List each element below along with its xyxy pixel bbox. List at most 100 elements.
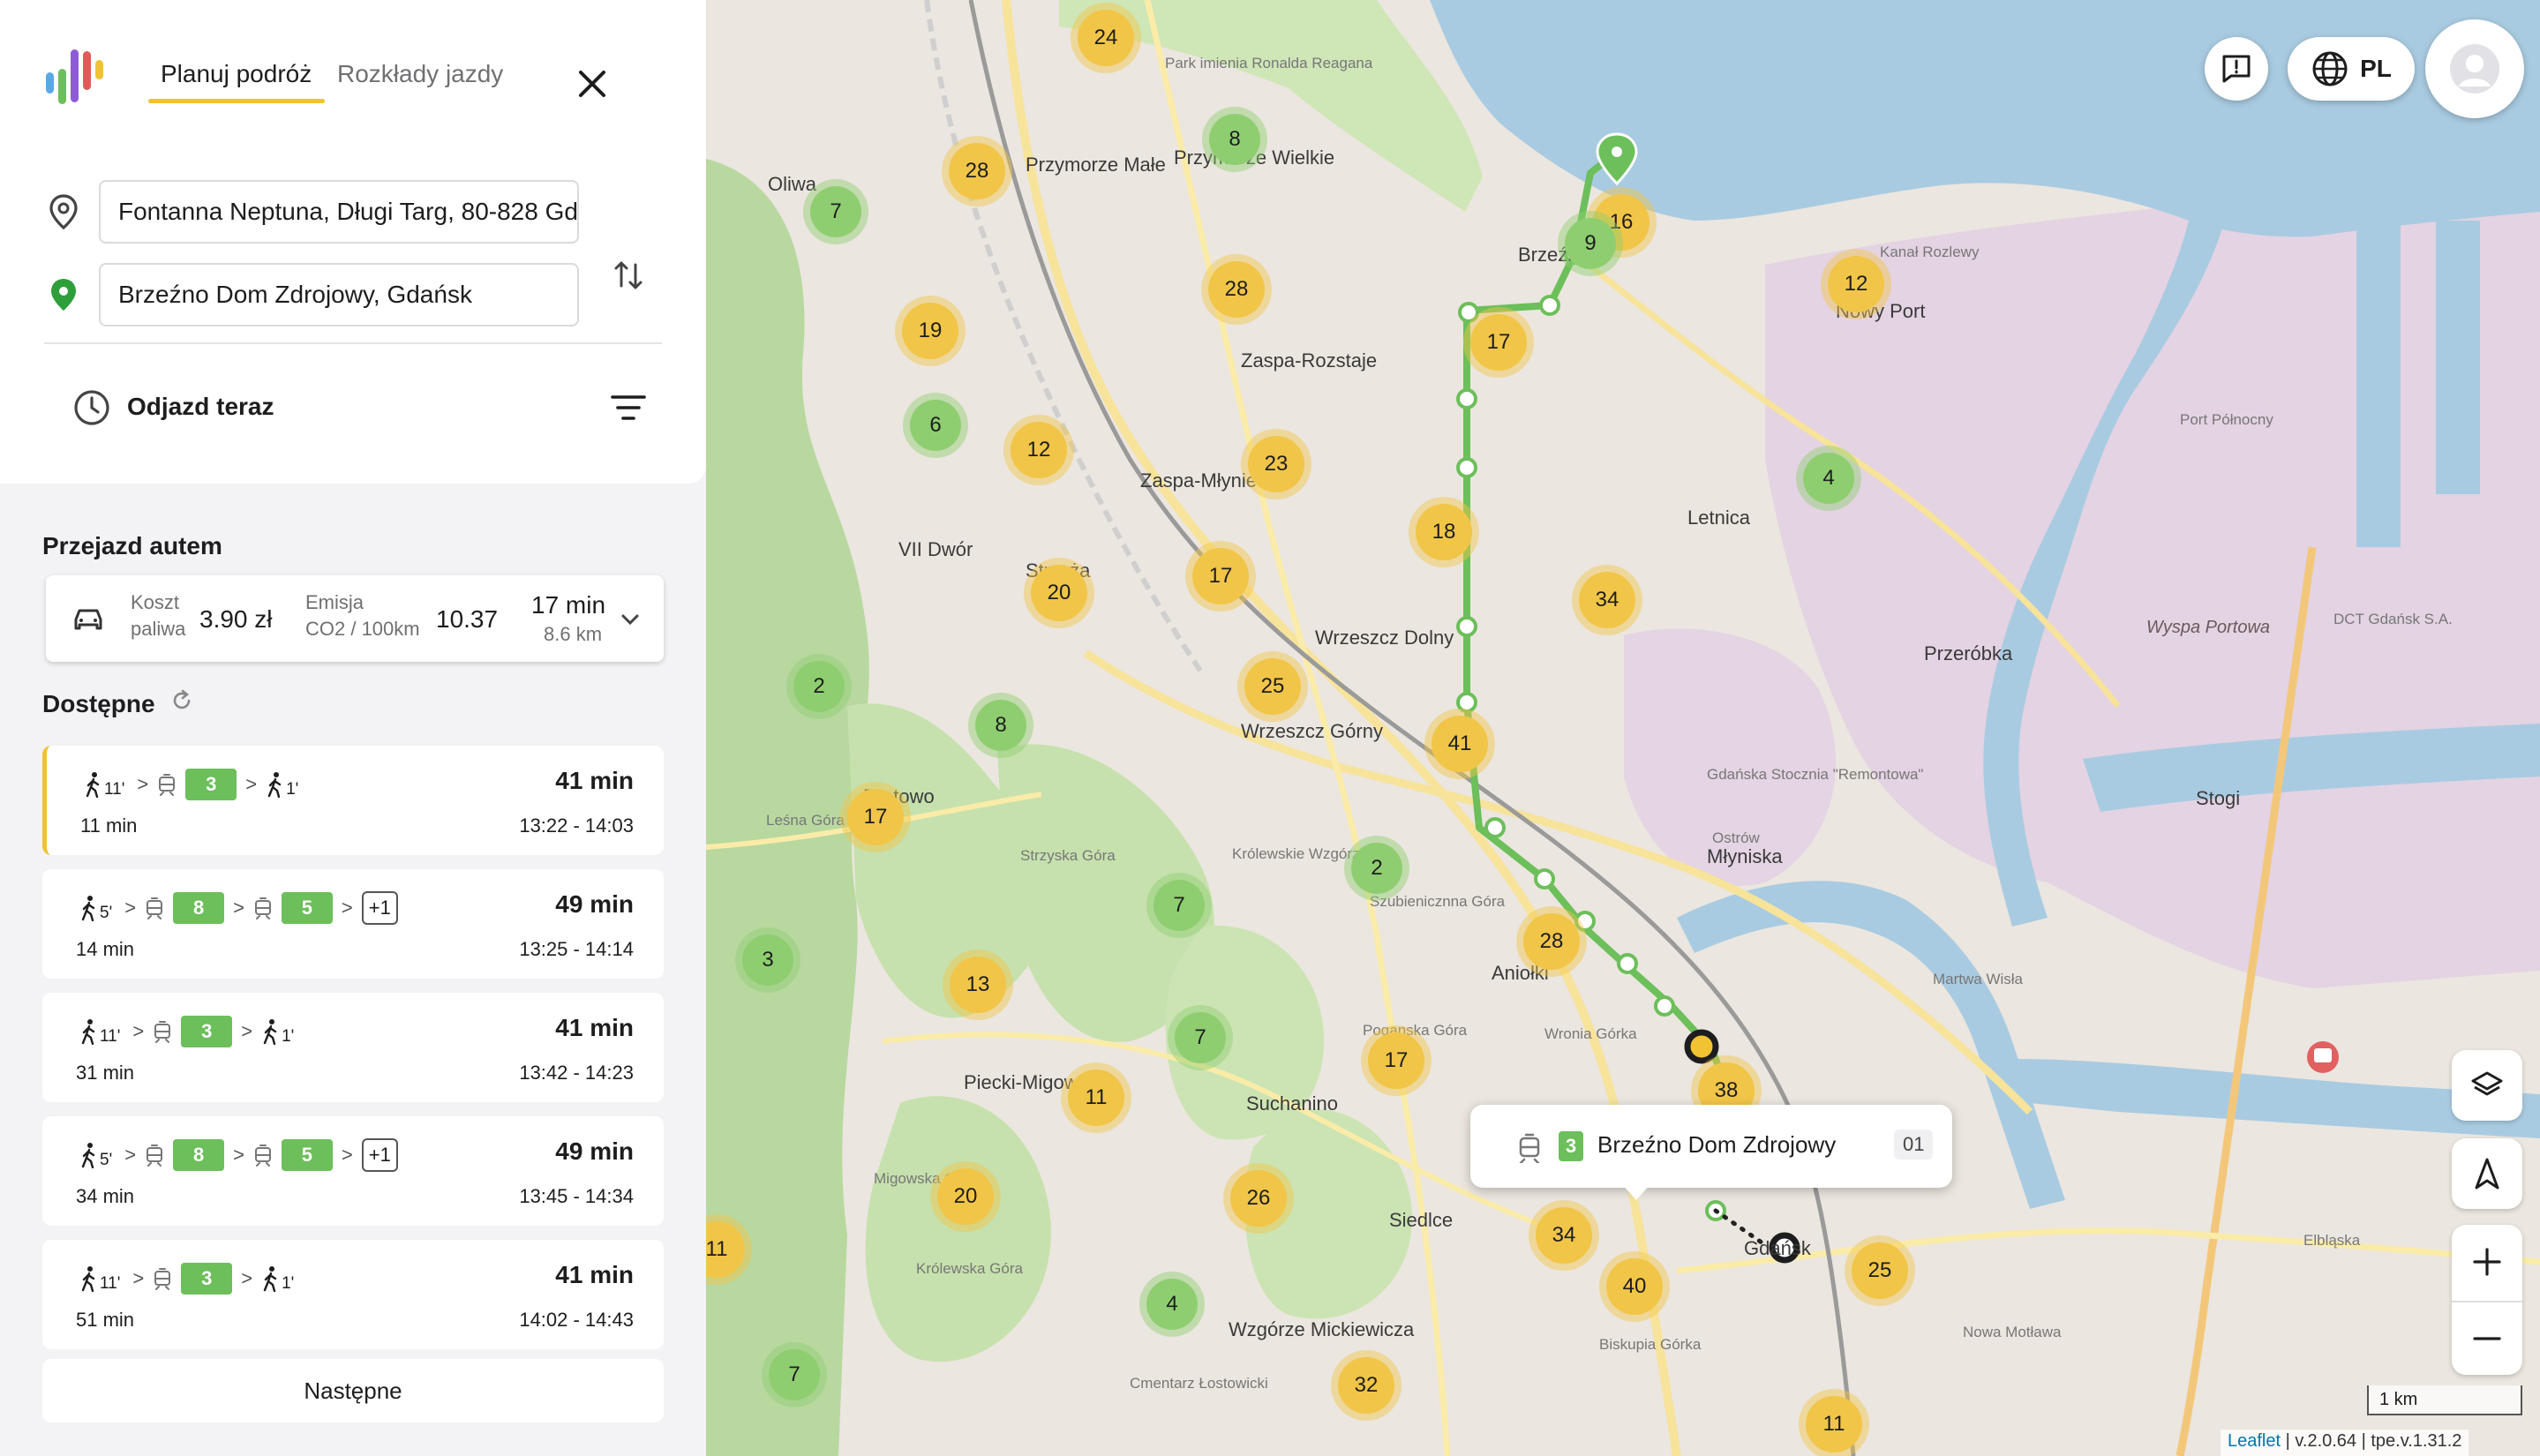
car-section-heading: Przejazd autem xyxy=(42,532,222,559)
zoom-out-button[interactable] xyxy=(2452,1301,2522,1375)
close-button[interactable] xyxy=(570,62,614,106)
map-place-label: Wzgórze Mickiewicza xyxy=(1229,1318,1415,1340)
stop-cluster[interactable]: 17 xyxy=(847,789,904,845)
stop-cluster[interactable]: 7 xyxy=(1154,880,1205,931)
stop-cluster[interactable]: 19 xyxy=(902,303,958,359)
car-duration: 17 min xyxy=(531,591,606,619)
stop-popup[interactable]: 3 Brzeźno Dom Zdrojowy 01 xyxy=(1470,1105,1952,1188)
leaflet-link[interactable]: Leaflet xyxy=(2228,1431,2281,1451)
destination-input[interactable]: Brzeźno Dom Zdrojowy, Gdańsk xyxy=(99,263,579,326)
locate-button[interactable] xyxy=(2452,1138,2522,1209)
swap-directions-icon[interactable] xyxy=(609,256,648,295)
departure-time-selector[interactable]: Odjazd teraz xyxy=(127,393,274,421)
line-badge: 3 xyxy=(185,769,237,800)
walk-minutes: 11' xyxy=(104,780,125,799)
stop-cluster[interactable]: 2 xyxy=(793,661,845,712)
co2-label: Emisja xyxy=(305,591,364,613)
route-duration: 41 min xyxy=(555,1014,634,1041)
stop-cluster[interactable]: 8 xyxy=(975,700,1026,751)
minus-icon xyxy=(2473,1337,2501,1340)
route-option[interactable]: 5' >8 >5 > +1 34 min 49 min 13:45 - 14:34 xyxy=(42,1116,664,1226)
stop-cluster[interactable]: 7 xyxy=(1175,1012,1226,1063)
clock-icon xyxy=(74,390,109,425)
route-option[interactable]: 5' >8 >5 > +1 14 min 49 min 13:25 - 14:14 xyxy=(42,869,664,979)
feedback-button[interactable] xyxy=(2205,37,2268,101)
extra-legs-badge: +1 xyxy=(361,891,398,925)
filter-icon[interactable] xyxy=(609,392,648,424)
popup-stop-name: Brzeźno Dom Zdrojowy xyxy=(1597,1131,1837,1158)
chevron-down-icon[interactable] xyxy=(618,607,643,632)
car-route-card[interactable]: Koszt paliwa 3.90 zł Emisja CO2 / 100km … xyxy=(46,575,664,662)
stop-cluster[interactable]: 2 xyxy=(1351,843,1402,894)
tram-icon xyxy=(147,1145,163,1167)
app-logo[interactable] xyxy=(44,44,106,106)
tram-icon xyxy=(154,1021,171,1043)
feedback-icon xyxy=(2222,55,2251,83)
car-distance: 8.6 km xyxy=(544,623,603,645)
stop-cluster[interactable]: 25 xyxy=(1244,658,1301,715)
departure-wait: 11 min xyxy=(80,814,138,837)
tram-leg-icon xyxy=(157,773,177,796)
co2-label-2: CO2 / 100km xyxy=(305,618,420,640)
language-selector[interactable]: PL xyxy=(2288,37,2415,101)
stop-cluster[interactable]: 4 xyxy=(1803,453,1854,504)
stop-cluster[interactable]: 11 xyxy=(1068,1069,1124,1126)
stop-cluster[interactable]: 11 xyxy=(1806,1396,1862,1452)
stop-cluster[interactable]: 20 xyxy=(937,1168,994,1225)
stop-cluster[interactable]: 40 xyxy=(1606,1258,1663,1315)
stop-cluster[interactable]: 13 xyxy=(950,957,1006,1013)
stop-cluster[interactable]: 17 xyxy=(1470,314,1527,371)
stop-cluster[interactable]: 34 xyxy=(1579,572,1635,628)
route-legs: 11' >3 >1' xyxy=(79,1012,297,1051)
layers-button[interactable] xyxy=(2452,1050,2522,1121)
map-place-label: Królewskie Wzgórze xyxy=(1232,845,1368,862)
stop-cluster[interactable]: 12 xyxy=(1011,422,1067,478)
stop-cluster[interactable]: 24 xyxy=(1078,10,1134,66)
walking-icon xyxy=(81,1143,95,1168)
route-option[interactable]: 11' >3 >1' 51 min 41 min 14:02 - 14:43 xyxy=(42,1240,664,1349)
tab-timetables[interactable]: Rozkłady jazdy xyxy=(337,60,503,88)
map-place-label: Siedlce xyxy=(1389,1209,1454,1231)
stop-cluster[interactable]: 32 xyxy=(1338,1357,1394,1414)
stop-cluster[interactable]: 18 xyxy=(1416,504,1472,560)
walk-minutes: 11' xyxy=(100,1027,121,1046)
map-attribution: Leaflet | v.2.0.64 | tpe.v.1.31.2 xyxy=(2221,1430,2469,1456)
stop-cluster[interactable]: 17 xyxy=(1192,548,1249,604)
next-routes-button[interactable]: Następne xyxy=(42,1359,664,1422)
route-option[interactable]: 11' >3 >1' 31 min 41 min 13:42 - 14:23 xyxy=(42,993,664,1102)
tab-plan-trip[interactable]: Planuj podróż xyxy=(161,60,312,88)
map-place-label: Królewska Góra xyxy=(916,1260,1023,1277)
stop-cluster[interactable]: 6 xyxy=(910,400,961,451)
stop-cluster[interactable]: 3 xyxy=(742,934,793,986)
stop-cluster[interactable]: 34 xyxy=(1536,1207,1592,1264)
stop-cluster[interactable]: 23 xyxy=(1248,436,1304,492)
stop-cluster[interactable]: 28 xyxy=(1523,913,1580,970)
stop-cluster[interactable]: 7 xyxy=(769,1349,820,1400)
origin-input[interactable]: Fontanna Neptuna, Długi Targ, 80-828 Gda… xyxy=(99,180,579,244)
chevron-right-icon: > xyxy=(233,1144,244,1166)
plus-icon xyxy=(2473,1248,2501,1276)
route-option[interactable]: 11' >3 >1' 11 min 41 min 13:22 - 14:03 xyxy=(42,746,664,855)
stop-cluster[interactable]: 7 xyxy=(810,186,861,237)
chevron-right-icon: > xyxy=(341,897,353,919)
stop-cluster[interactable]: 8 xyxy=(1209,114,1260,165)
stop-cluster[interactable]: 28 xyxy=(949,143,1005,199)
walk-leg: 5' xyxy=(79,1142,112,1168)
user-avatar[interactable] xyxy=(2425,19,2524,118)
refresh-icon[interactable] xyxy=(169,688,194,713)
stop-cluster[interactable]: 20 xyxy=(1031,565,1087,621)
zoom-in-button[interactable] xyxy=(2452,1225,2522,1299)
stop-cluster[interactable]: 41 xyxy=(1432,716,1488,772)
stop-cluster[interactable]: 26 xyxy=(1230,1170,1287,1227)
destination-pin-icon xyxy=(51,279,76,311)
stop-cluster[interactable]: 4 xyxy=(1146,1279,1198,1330)
stop-cluster[interactable]: 9 xyxy=(1565,218,1616,269)
line-badge: 8 xyxy=(173,892,225,924)
map-place-label: Poganska Góra xyxy=(1363,1022,1468,1039)
stop-cluster[interactable]: 28 xyxy=(1208,261,1265,318)
stop-cluster[interactable]: 25 xyxy=(1852,1242,1908,1299)
map-view[interactable]: Oliwa Przymorze Małe Przymorze Wielkie Park… xyxy=(706,0,2540,1456)
stop-cluster[interactable]: 17 xyxy=(1368,1032,1424,1089)
tram-icon xyxy=(254,1145,271,1167)
stop-cluster[interactable]: 12 xyxy=(1828,256,1884,312)
